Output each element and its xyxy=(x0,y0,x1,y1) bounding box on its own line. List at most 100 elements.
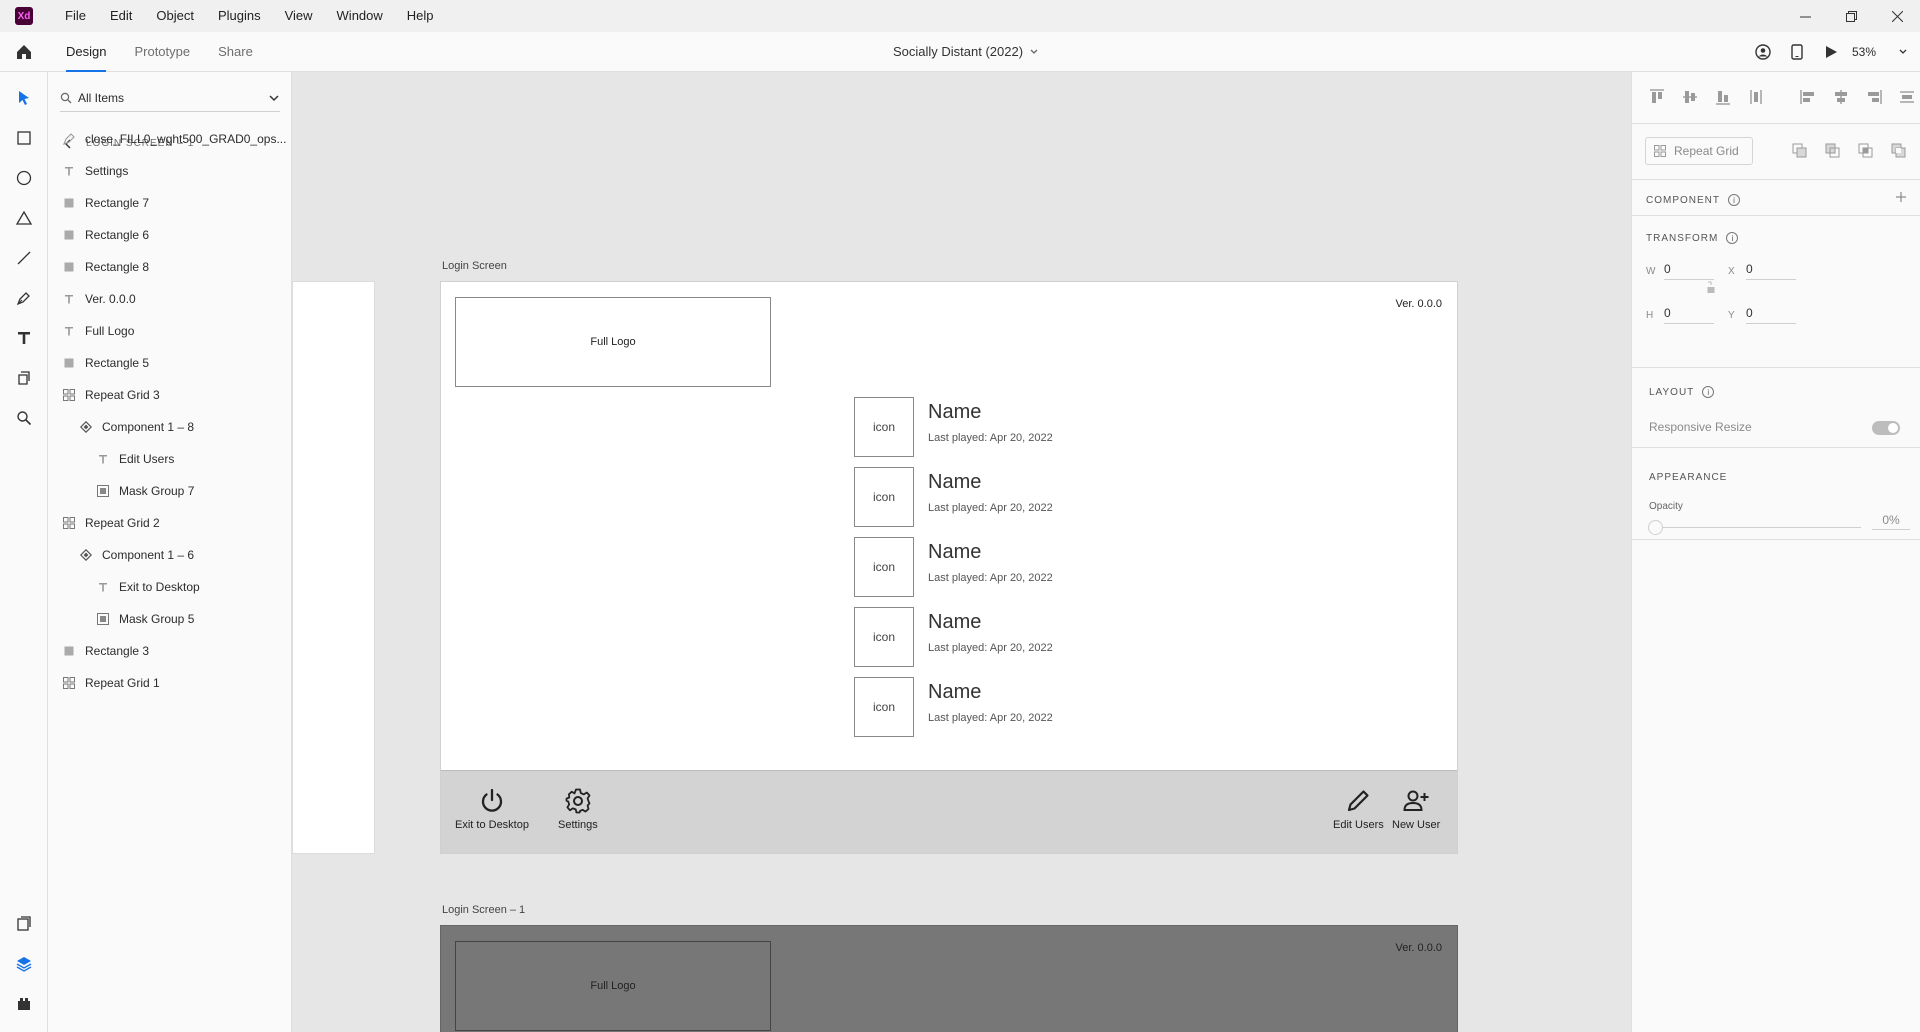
layer-item[interactable]: Component 1 – 8 xyxy=(48,412,292,442)
artboard-login-screen-1[interactable]: Full Logo Ver. 0.0.0 xyxy=(440,925,1458,1032)
height-field[interactable]: H 0 xyxy=(1646,306,1714,324)
boolean-exclude-button[interactable] xyxy=(1888,140,1910,162)
tab-design[interactable]: Design xyxy=(66,32,107,72)
artboard-login-screen[interactable]: Full Logo Ver. 0.0.0 icon Name Last played… xyxy=(440,281,1458,854)
artboard-label[interactable]: Login Screen – 1 xyxy=(442,904,525,916)
document-title-dropdown[interactable]: Socially Distant (2022) xyxy=(893,32,1039,72)
layer-item[interactable]: Repeat Grid 1 xyxy=(48,668,292,698)
user-row[interactable]: icon Name Last played: Apr 20, 2022 xyxy=(854,607,1154,667)
layer-item[interactable]: Rectangle 7 xyxy=(48,188,292,218)
lock-aspect-button[interactable] xyxy=(1707,280,1715,297)
layer-item[interactable]: Rectangle 8 xyxy=(48,252,292,282)
bottom-action-bar[interactable]: Exit to Desktop Settings Edit Users New … xyxy=(441,770,1457,853)
height-value[interactable]: 0 xyxy=(1664,306,1714,324)
info-icon[interactable]: i xyxy=(1702,386,1715,398)
text-tool[interactable] xyxy=(12,326,36,350)
home-button[interactable] xyxy=(12,40,36,64)
layer-item[interactable]: close_FILL0_wght500_GRAD0_ops... xyxy=(48,124,292,154)
align-top-button[interactable] xyxy=(1646,86,1668,108)
select-tool[interactable] xyxy=(12,86,36,110)
layer-item[interactable]: Rectangle 3 xyxy=(48,636,292,666)
rectangle-tool[interactable] xyxy=(12,126,36,150)
align-right-button[interactable] xyxy=(1863,86,1885,108)
layer-item[interactable]: Rectangle 6 xyxy=(48,220,292,250)
distribute-horizontal-button[interactable] xyxy=(1896,86,1918,108)
user-row[interactable]: icon Name Last played: Apr 20, 2022 xyxy=(854,467,1154,527)
zoom-level[interactable]: 53% xyxy=(1852,45,1876,59)
document-assets-button[interactable] xyxy=(12,912,36,936)
new-user-button[interactable]: New User xyxy=(1392,787,1440,831)
info-icon[interactable]: i xyxy=(1726,232,1739,244)
layer-item[interactable]: Ver. 0.0.0 xyxy=(48,284,292,314)
zoom-dropdown[interactable] xyxy=(1886,32,1920,72)
artboard-tool[interactable] xyxy=(12,366,36,390)
x-field[interactable]: X 0 xyxy=(1728,262,1796,280)
edit-users-button[interactable]: Edit Users xyxy=(1333,787,1384,831)
layer-item[interactable]: Repeat Grid 3 xyxy=(48,380,292,410)
user-row[interactable]: icon Name Last played: Apr 20, 2022 xyxy=(854,397,1154,457)
tab-prototype[interactable]: Prototype xyxy=(134,32,190,72)
version-text[interactable]: Ver. 0.0.0 xyxy=(1396,298,1442,310)
device-preview-button[interactable] xyxy=(1780,32,1814,72)
line-tool[interactable] xyxy=(12,246,36,270)
invite-button[interactable] xyxy=(1746,32,1780,72)
align-left-button[interactable] xyxy=(1797,86,1819,108)
menu-object[interactable]: Object xyxy=(144,0,206,32)
offscreen-artboard[interactable] xyxy=(292,281,375,854)
pen-tool[interactable] xyxy=(12,286,36,310)
layer-item[interactable]: Rectangle 5 xyxy=(48,348,292,378)
layer-item[interactable]: Exit to Desktop xyxy=(48,572,292,602)
layer-item[interactable]: Mask Group 7 xyxy=(48,476,292,506)
responsive-resize-toggle[interactable] xyxy=(1872,421,1900,435)
x-value[interactable]: 0 xyxy=(1746,262,1796,280)
full-logo-placeholder[interactable]: Full Logo xyxy=(455,941,771,1031)
settings-button[interactable]: Settings xyxy=(558,787,598,831)
version-text[interactable]: Ver. 0.0.0 xyxy=(1396,942,1442,954)
menu-plugins[interactable]: Plugins xyxy=(206,0,273,32)
align-bottom-button[interactable] xyxy=(1712,86,1734,108)
align-middle-button[interactable] xyxy=(1679,86,1701,108)
y-value[interactable]: 0 xyxy=(1746,306,1796,324)
info-icon[interactable]: i xyxy=(1728,194,1740,206)
menu-help[interactable]: Help xyxy=(395,0,446,32)
y-field[interactable]: Y 0 xyxy=(1728,306,1796,324)
menu-file[interactable]: File xyxy=(53,0,98,32)
distribute-vertical-button[interactable] xyxy=(1745,86,1767,108)
close-window-button[interactable] xyxy=(1874,0,1920,32)
opacity-slider-track[interactable] xyxy=(1649,527,1861,528)
add-component-button[interactable] xyxy=(1895,190,1907,208)
menu-window[interactable]: Window xyxy=(325,0,395,32)
polygon-tool[interactable] xyxy=(12,206,36,230)
layer-item[interactable]: Component 1 – 6 xyxy=(48,540,292,570)
user-row[interactable]: icon Name Last played: Apr 20, 2022 xyxy=(854,537,1154,597)
layer-item[interactable]: Full Logo xyxy=(48,316,292,346)
layers-button[interactable] xyxy=(12,952,36,976)
minimize-button[interactable] xyxy=(1782,0,1828,32)
repeat-grid-button[interactable]: Repeat Grid xyxy=(1645,137,1753,165)
width-value[interactable]: 0 xyxy=(1664,262,1714,280)
zoom-tool[interactable] xyxy=(12,406,36,430)
layer-filter[interactable]: All Items xyxy=(60,84,280,112)
exit-to-desktop-button[interactable]: Exit to Desktop xyxy=(455,787,529,831)
opacity-slider-handle[interactable] xyxy=(1648,520,1663,535)
full-logo-placeholder[interactable]: Full Logo xyxy=(455,297,771,387)
boolean-subtract-button[interactable] xyxy=(1822,140,1844,162)
menu-view[interactable]: View xyxy=(273,0,325,32)
plugins-button[interactable] xyxy=(12,992,36,1016)
layer-item[interactable]: Mask Group 5 xyxy=(48,604,292,634)
opacity-value[interactable]: 0% xyxy=(1872,513,1910,530)
layer-item[interactable]: Settings xyxy=(48,156,292,186)
width-field[interactable]: W 0 xyxy=(1646,262,1714,280)
ellipse-tool[interactable] xyxy=(12,166,36,190)
layer-item[interactable]: Edit Users xyxy=(48,444,292,474)
menu-edit[interactable]: Edit xyxy=(98,0,144,32)
align-center-button[interactable] xyxy=(1830,86,1852,108)
layer-item[interactable]: Repeat Grid 2 xyxy=(48,508,292,538)
boolean-intersect-button[interactable] xyxy=(1855,140,1877,162)
boolean-add-button[interactable] xyxy=(1789,140,1811,162)
canvas[interactable]: Login Screen Full Logo Ver. 0.0.0 icon Na… xyxy=(292,72,1631,1032)
restore-button[interactable] xyxy=(1828,0,1874,32)
artboard-label[interactable]: Login Screen xyxy=(442,260,507,272)
user-row[interactable]: icon Name Last played: Apr 20, 2022 xyxy=(854,677,1154,737)
play-button[interactable] xyxy=(1814,32,1848,72)
